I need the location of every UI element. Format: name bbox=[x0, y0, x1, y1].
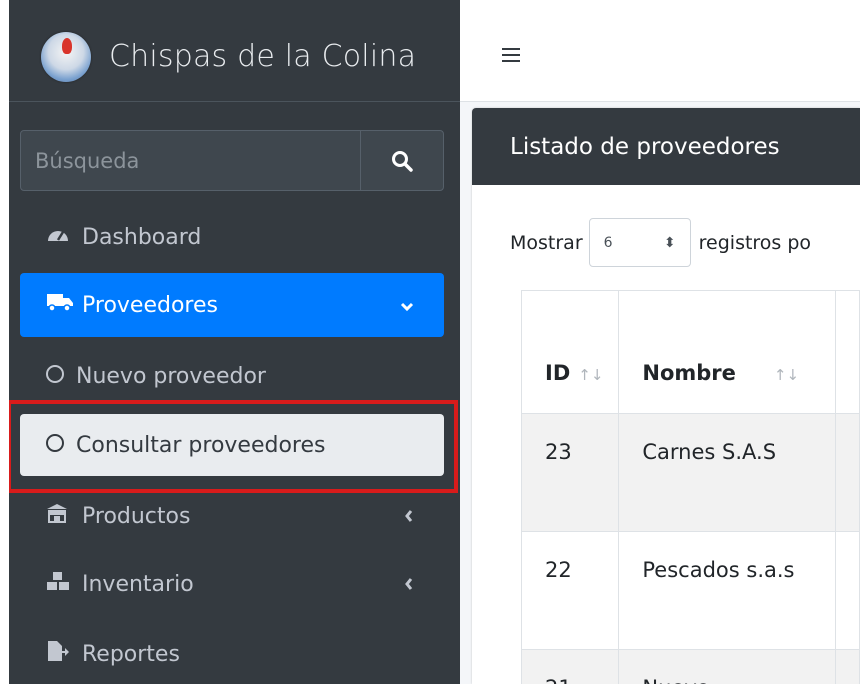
length-prefix: Mostrar bbox=[510, 231, 583, 254]
sidebar-item-proveedores[interactable]: Proveedores bbox=[20, 273, 444, 337]
column-header-cut bbox=[834, 290, 860, 414]
chevron-left-icon bbox=[404, 572, 414, 596]
cell-id: 23 bbox=[520, 413, 620, 532]
table-row: 22 Pescados s.a.s bbox=[520, 531, 860, 650]
cell-nombre: Nuevo bbox=[618, 649, 836, 684]
sidebar-item-label: Nuevo proveedor bbox=[76, 363, 266, 389]
sidebar-item-inventario[interactable]: Inventario bbox=[20, 552, 444, 616]
sidebar: Chispas de la Colina Dashboard Proveedor… bbox=[0, 0, 460, 684]
highlight-box bbox=[7, 400, 458, 493]
sort-icon: ↑↓ bbox=[578, 366, 604, 384]
circle-icon bbox=[46, 364, 76, 389]
length-select[interactable]: 6 ⬍ bbox=[588, 218, 691, 267]
proveedores-table: ID ↑↓ Nombre ↑↓ 23 Carnes S.A.S 22 Pescado… bbox=[520, 290, 860, 684]
truck-icon bbox=[46, 292, 82, 318]
chevron-down-icon bbox=[400, 293, 414, 317]
sidebar-item-label: Reportes bbox=[82, 641, 180, 667]
top-navbar bbox=[460, 0, 860, 102]
search-button[interactable] bbox=[360, 131, 443, 190]
search-input[interactable] bbox=[21, 131, 360, 190]
left-edge bbox=[0, 0, 9, 684]
length-suffix: registros po bbox=[698, 231, 812, 254]
table-row: 23 Carnes S.A.S bbox=[520, 413, 860, 532]
sidebar-item-label: Dashboard bbox=[82, 224, 202, 250]
table-row: 21 Nuevo bbox=[520, 649, 860, 684]
cell-nombre: Carnes S.A.S bbox=[618, 413, 836, 532]
sidebar-item-reportes[interactable]: Reportes bbox=[20, 622, 444, 684]
card-title: Listado de proveedores bbox=[472, 108, 860, 185]
length-control: Mostrar 6 ⬍ registros po bbox=[510, 218, 811, 267]
menu-icon[interactable] bbox=[502, 44, 520, 69]
sort-updown-icon: ⬍ bbox=[663, 234, 676, 251]
table-header-row: ID ↑↓ Nombre ↑↓ bbox=[520, 290, 860, 414]
brand-link[interactable]: Chispas de la Colina bbox=[9, 12, 460, 102]
sidebar-item-label: Proveedores bbox=[82, 292, 218, 318]
search-icon bbox=[392, 150, 413, 172]
boxes-icon bbox=[46, 571, 82, 597]
cell-nombre: Pescados s.a.s bbox=[618, 531, 836, 650]
sort-icon: ↑↓ bbox=[773, 366, 800, 384]
chevron-left-icon bbox=[404, 504, 414, 528]
sidebar-item-label: Inventario bbox=[82, 571, 194, 597]
cell-id: 22 bbox=[520, 531, 620, 650]
sidebar-item-dashboard[interactable]: Dashboard bbox=[20, 205, 444, 269]
store-icon bbox=[46, 503, 82, 529]
column-header-nombre[interactable]: Nombre ↑↓ bbox=[618, 290, 836, 414]
file-export-icon bbox=[46, 640, 82, 668]
sidebar-item-nuevo-proveedor[interactable]: Nuevo proveedor bbox=[20, 344, 444, 408]
brand-name: Chispas de la Colina bbox=[109, 39, 417, 74]
brand-logo bbox=[41, 31, 91, 82]
sidebar-item-label: Productos bbox=[82, 503, 191, 529]
cell-id: 21 bbox=[520, 649, 620, 684]
length-value: 6 bbox=[603, 234, 613, 251]
tachometer-icon bbox=[46, 224, 82, 250]
sidebar-item-productos[interactable]: Productos bbox=[20, 484, 444, 548]
column-header-id[interactable]: ID ↑↓ bbox=[520, 290, 620, 414]
sidebar-search bbox=[20, 130, 444, 191]
